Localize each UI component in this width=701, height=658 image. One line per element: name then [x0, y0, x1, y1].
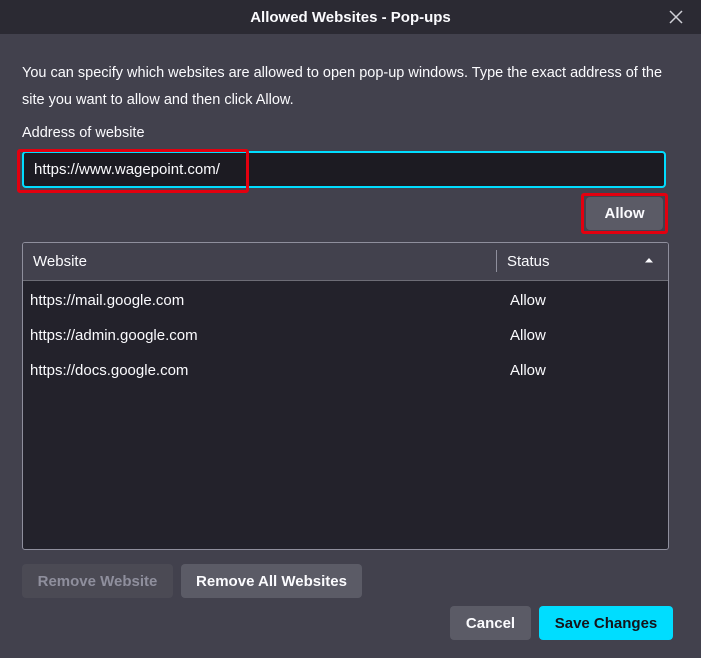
table-header: Website Status [23, 243, 668, 281]
column-header-website[interactable]: Website [33, 253, 87, 270]
remove-all-websites-button[interactable]: Remove All Websites [181, 564, 362, 598]
remove-website-button[interactable]: Remove Website [22, 564, 173, 598]
save-changes-button[interactable]: Save Changes [539, 606, 673, 640]
close-icon [669, 10, 683, 24]
title-bar: Allowed Websites - Pop-ups [0, 0, 701, 34]
table-row[interactable]: https://docs.google.com Allow [23, 353, 668, 388]
dialog-title: Allowed Websites - Pop-ups [250, 8, 451, 26]
row-status: Allow [510, 327, 546, 344]
annotation-highlight-allow [581, 193, 668, 234]
column-divider [496, 250, 497, 272]
row-status: Allow [510, 362, 546, 379]
column-header-status[interactable]: Status [507, 253, 550, 270]
table-row[interactable]: https://mail.google.com Allow [23, 283, 668, 318]
table-row[interactable]: https://admin.google.com Allow [23, 318, 668, 353]
websites-table: Website Status https://mail.google.com A… [22, 242, 669, 550]
address-label: Address of website [22, 125, 145, 141]
dialog: Allowed Websites - Pop-ups You can speci… [0, 0, 701, 658]
annotation-highlight-address [17, 149, 249, 193]
description-text: You can specify which websites are allow… [22, 65, 663, 108]
row-website: https://admin.google.com [30, 327, 198, 344]
row-status: Allow [510, 292, 546, 309]
row-website: https://docs.google.com [30, 362, 189, 379]
cancel-button[interactable]: Cancel [450, 606, 531, 640]
row-website: https://mail.google.com [30, 292, 185, 309]
sort-ascending-icon [645, 258, 653, 263]
table-body: https://mail.google.com Allow https://ad… [23, 281, 668, 388]
close-button[interactable] [665, 6, 687, 28]
